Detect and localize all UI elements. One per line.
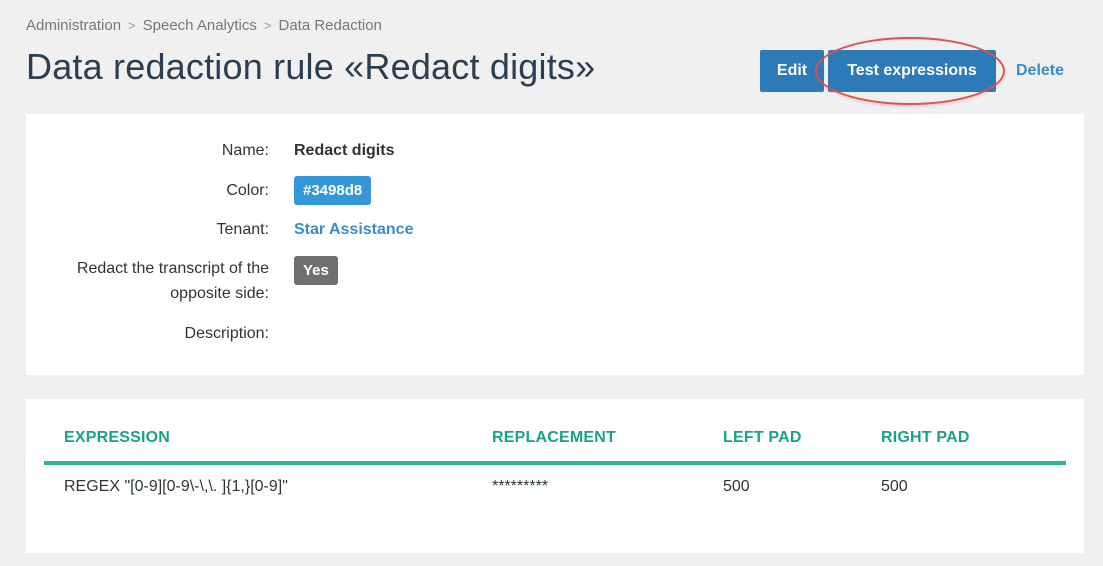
color-badge: #3498d8 (294, 176, 372, 205)
name-value: Redact digits (294, 142, 395, 159)
color-value: #3498d8 (294, 176, 372, 205)
column-header-left-pad: LEFT PAD (723, 429, 802, 446)
redact-opposite-value: Yes (294, 256, 338, 285)
tenant-label: Tenant: (216, 221, 269, 238)
breadcrumb-item-administration[interactable]: Administration (26, 17, 121, 34)
breadcrumb-item-speech-analytics[interactable]: Speech Analytics (143, 17, 257, 34)
redact-opposite-label-line2: opposite side: (170, 285, 269, 302)
edit-button[interactable]: Edit (760, 50, 824, 92)
expressions-table: EXPRESSION REPLACEMENT LEFT PAD RIGHT PA… (26, 399, 1084, 553)
delete-link[interactable]: Delete (1016, 62, 1064, 80)
name-label: Name: (221, 142, 269, 159)
redact-opposite-label-line1: Redact the transcript of the (76, 260, 269, 277)
cell-expression: REGEX "[0-9][0-9\-\,\. ]{1,}[0-9]" (64, 478, 288, 495)
column-header-replacement: REPLACEMENT (492, 429, 616, 446)
description-label: Description: (184, 325, 269, 342)
cell-replacement: ********* (492, 478, 549, 495)
color-label: Color: (226, 182, 269, 199)
yes-badge: Yes (294, 256, 338, 285)
column-header-right-pad: RIGHT PAD (881, 429, 970, 446)
redact-opposite-label: Redact the transcript of the opposite si… (29, 256, 269, 306)
page-title: Data redaction rule «Redact digits» (26, 46, 596, 87)
column-header-expression: EXPRESSION (64, 429, 171, 446)
breadcrumb-separator-icon: > (128, 18, 136, 33)
table-header-divider (44, 461, 1066, 465)
breadcrumb: Administration > Speech Analytics > Data… (26, 17, 382, 34)
cell-left-pad: 500 (723, 478, 750, 495)
breadcrumb-separator-icon: > (263, 18, 272, 33)
tenant-link[interactable]: Star Assistance (294, 217, 413, 242)
test-expressions-button[interactable]: Test expressions (828, 50, 996, 92)
breadcrumb-item-data-redaction: Data Redaction (278, 17, 382, 34)
rule-details-card: Name: Redact digits Color: #3498d8 Tenan… (26, 114, 1084, 375)
table-header: EXPRESSION REPLACEMENT LEFT PAD RIGHT PA… (26, 429, 1084, 451)
cell-right-pad: 500 (881, 478, 908, 495)
